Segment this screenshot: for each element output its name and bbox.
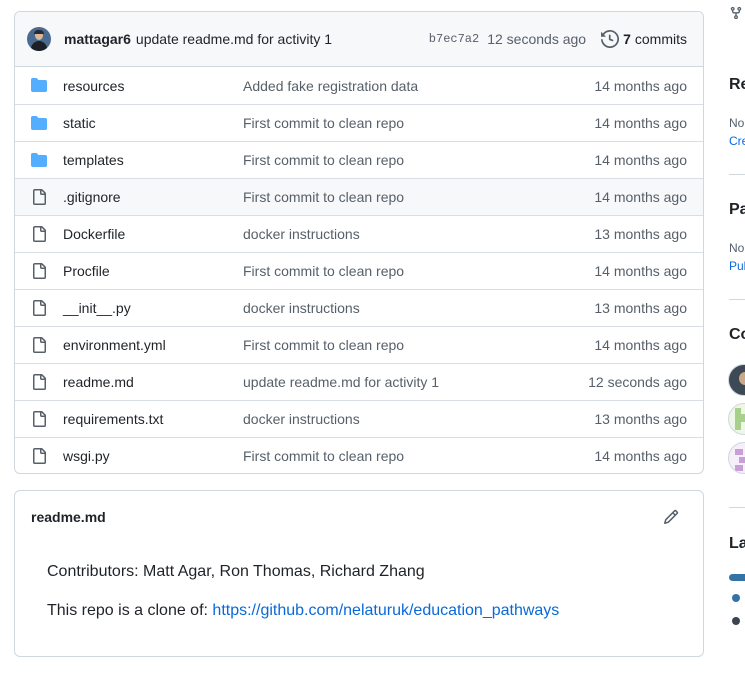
file-commit-message-link[interactable]: First commit to clean repo (243, 152, 404, 168)
file-commit-message-link[interactable]: First commit to clean repo (243, 263, 404, 279)
commit-meta: b7ec7a2 12 seconds ago 7 commits (429, 30, 687, 48)
packages-text: No (729, 241, 745, 255)
file-commit-message-link[interactable]: First commit to clean repo (243, 337, 404, 353)
sidebar-divider (729, 507, 745, 508)
language-bar (729, 574, 745, 581)
file-row[interactable]: Procfile First commit to clean repo 14 mon… (15, 252, 703, 289)
file-row[interactable]: templates First commit to clean repo 14 mo… (15, 141, 703, 178)
readme-title-link[interactable]: readme.md (31, 509, 106, 525)
file-name-link[interactable]: readme.md (63, 374, 134, 390)
file-commit-time: 14 months ago (594, 77, 687, 94)
file-commit-message-link[interactable]: docker instructions (243, 300, 360, 316)
file-name-link[interactable]: .gitignore (63, 189, 121, 205)
commit-sha-link[interactable]: b7ec7a2 (429, 32, 479, 46)
language-dot (732, 594, 740, 602)
file-name-link[interactable]: templates (63, 152, 124, 168)
readme-panel: readme.md Contributors: Matt Agar, Ron T… (14, 490, 704, 657)
file-row[interactable]: readme.md update readme.md for activity 1… (15, 363, 703, 400)
sidebar-divider (729, 174, 745, 175)
file-row[interactable]: static First commit to clean repo 14 month… (15, 104, 703, 141)
file-commit-time: 13 months ago (594, 300, 687, 316)
readme-contributors: Contributors: Matt Agar, Ron Thomas, Ric… (47, 563, 425, 580)
file-row[interactable]: wsgi.py First commit to clean repo 14 mont… (15, 437, 703, 473)
file-icon (33, 263, 46, 279)
language-dot (732, 617, 740, 625)
file-row[interactable]: requirements.txt docker instructions 13 mo… (15, 400, 703, 437)
commit-message-link[interactable]: update readme.md for activity 1 (136, 31, 332, 47)
avatar[interactable] (27, 27, 51, 51)
file-commit-time: 13 months ago (594, 226, 687, 242)
releases-heading[interactable]: Re (729, 76, 745, 94)
contributor-avatar[interactable] (728, 364, 745, 396)
create-release-link[interactable]: Cre (729, 134, 745, 148)
file-commit-time: 14 months ago (594, 189, 687, 205)
file-commit-time: 13 months ago (594, 411, 687, 427)
file-name-link[interactable]: resources (63, 78, 124, 94)
file-name-link[interactable]: requirements.txt (63, 411, 163, 427)
file-commit-message-link[interactable]: First commit to clean repo (243, 115, 404, 131)
readme-clone-line: This repo is a clone of: https://github.… (47, 602, 559, 620)
file-commit-time: 14 months ago (594, 152, 687, 168)
file-row[interactable]: Dockerfile docker instructions 13 months a… (15, 215, 703, 252)
contributors-heading[interactable]: Co (729, 326, 745, 344)
file-commit-time: 14 months ago (594, 115, 687, 131)
history-icon (601, 30, 620, 48)
file-icon (33, 300, 46, 316)
readme-clone-link[interactable]: https://github.com/nelaturuk/education_p… (212, 602, 559, 619)
file-list: resources Added fake registration data 14 … (15, 67, 703, 473)
latest-commit-bar: mattagar6 update readme.md for activity … (15, 12, 703, 67)
commit-time: 12 seconds ago (487, 31, 587, 47)
file-commit-time: 14 months ago (594, 448, 687, 464)
file-commit-time: 14 months ago (594, 263, 687, 279)
file-commit-message-link[interactable]: First commit to clean repo (243, 189, 404, 205)
file-row[interactable]: .gitignore First commit to clean repo 14 m… (15, 178, 703, 215)
file-commit-message-link[interactable]: docker instructions (243, 411, 360, 427)
commit-author-link[interactable]: mattagar6 (64, 31, 131, 47)
file-icon (33, 337, 46, 353)
publish-package-link[interactable]: Pub (729, 259, 745, 273)
file-commit-message-link[interactable]: update readme.md for activity 1 (243, 374, 439, 390)
file-commit-message-link[interactable]: Added fake registration data (243, 78, 418, 94)
file-name-link[interactable]: __init__.py (63, 300, 131, 316)
file-commit-message-link[interactable]: docker instructions (243, 226, 360, 242)
languages-heading: La (729, 535, 745, 552)
file-name-link[interactable]: Dockerfile (63, 226, 125, 242)
folder-icon (31, 153, 47, 167)
file-browser: mattagar6 update readme.md for activity … (14, 11, 704, 474)
file-row[interactable]: __init__.py docker instructions 13 months … (15, 289, 703, 326)
file-name-link[interactable]: wsgi.py (63, 448, 110, 464)
file-row[interactable]: resources Added fake registration data 14 … (15, 67, 703, 104)
readme-clone-prefix: This repo is a clone of: (47, 602, 213, 619)
packages-heading[interactable]: Pa (729, 201, 745, 219)
folder-icon (31, 116, 47, 130)
file-icon (33, 448, 46, 464)
repo-sidebar: Re No Cre Pa No Pub Co La (720, 0, 745, 688)
file-commit-time: 14 months ago (594, 337, 687, 353)
releases-text: No (729, 116, 745, 130)
commits-count: 7 (623, 31, 631, 47)
folder-icon (31, 78, 47, 92)
file-commit-time: 12 seconds ago (588, 374, 687, 390)
file-icon (33, 189, 46, 205)
file-commit-message-link[interactable]: First commit to clean repo (243, 448, 404, 464)
fork-icon[interactable] (729, 6, 743, 20)
commits-history-link[interactable]: 7 commits (601, 30, 687, 48)
pencil-icon[interactable] (663, 509, 679, 525)
file-name-link[interactable]: Procfile (63, 263, 110, 279)
sidebar-divider (729, 299, 745, 300)
file-name-link[interactable]: static (63, 115, 96, 131)
file-icon (33, 411, 46, 427)
commits-label: commits (634, 31, 687, 47)
file-icon (33, 374, 46, 390)
contributor-avatar[interactable] (728, 403, 745, 435)
contributor-avatar[interactable] (728, 442, 745, 474)
file-name-link[interactable]: environment.yml (63, 337, 166, 353)
file-row[interactable]: environment.yml First commit to clean rep… (15, 326, 703, 363)
file-icon (33, 226, 46, 242)
